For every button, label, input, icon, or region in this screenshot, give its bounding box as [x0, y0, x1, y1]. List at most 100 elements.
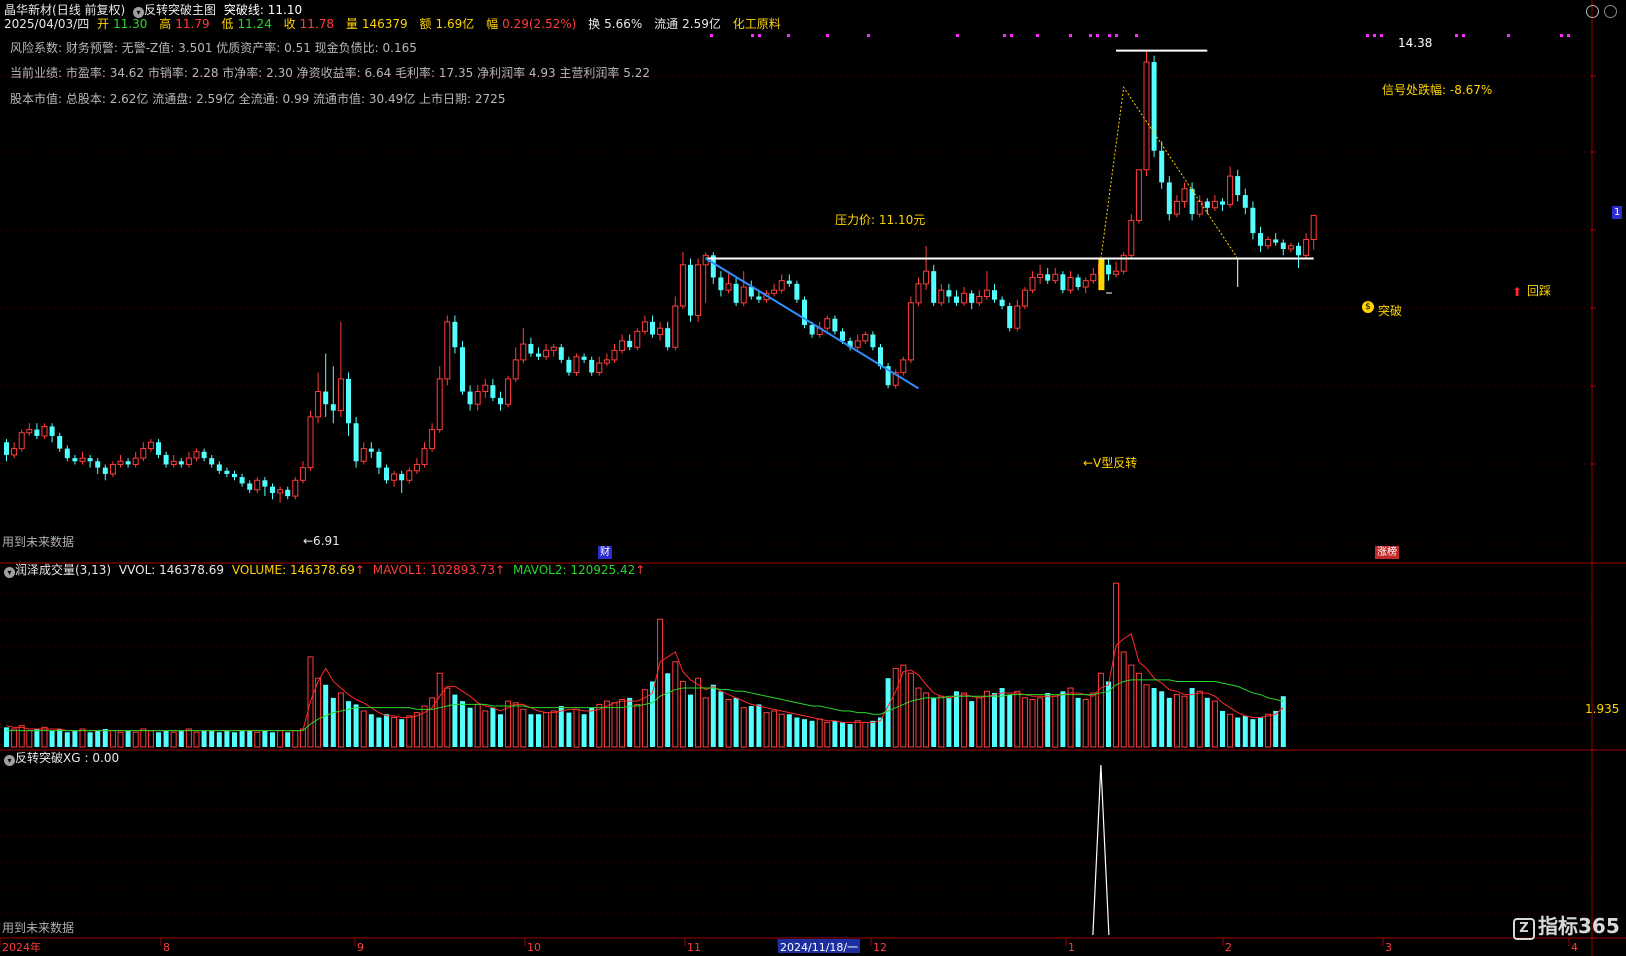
candle — [1250, 201, 1256, 240]
sector-link[interactable]: 化工原料 — [733, 17, 781, 31]
candle — [307, 410, 314, 471]
signal-dot — [751, 34, 754, 37]
volume-bar — [740, 707, 747, 748]
volume-bar — [1014, 690, 1021, 748]
date-label: 2025/04/03/四 — [4, 17, 90, 31]
volume-bar — [444, 687, 451, 748]
candle — [1181, 182, 1188, 208]
candle — [999, 296, 1005, 310]
signal-dot — [1089, 34, 1092, 37]
volume-label: 量 — [345, 17, 358, 31]
signal-dot — [1036, 34, 1039, 37]
breakout-coin-icon: $ — [1362, 301, 1374, 313]
signal-dot — [1115, 34, 1118, 37]
candle — [277, 486, 284, 503]
candle — [543, 344, 550, 360]
volume-bar — [1265, 713, 1272, 748]
candle — [376, 448, 382, 474]
volume-bar — [330, 697, 336, 747]
candle — [1159, 141, 1165, 189]
low-price-label: ←6.91 — [303, 534, 340, 548]
volume-bar — [672, 661, 679, 748]
mavol1-up-arrow-icon: ↑ — [495, 563, 506, 577]
close-icon[interactable] — [1604, 5, 1617, 18]
finance-tag[interactable]: 财 — [598, 546, 612, 559]
stock-name[interactable]: 晶华新材 — [4, 3, 52, 17]
signal-dot — [787, 34, 790, 37]
pullback-arrow-icon: ⬆ — [1512, 285, 1523, 299]
candle — [209, 454, 215, 468]
period-label[interactable]: (日线 前复权) — [52, 3, 125, 17]
candle — [688, 258, 693, 322]
candle — [498, 391, 503, 411]
candle — [285, 486, 291, 500]
change-label: 幅 — [486, 17, 499, 31]
volume-panel-toggle-icon[interactable]: ▾ — [4, 567, 15, 578]
volume-bar — [1075, 697, 1081, 747]
candle — [634, 328, 641, 351]
volume-bar — [596, 703, 603, 748]
volume-bar — [733, 697, 739, 747]
amount-value: 1.69亿 — [435, 17, 475, 31]
candle — [216, 461, 222, 474]
xg-panel-title[interactable]: 反转突破XG — [15, 751, 81, 765]
breakline-label: 突破线: 11.10 — [223, 3, 303, 17]
indicator-name[interactable]: 反转突破主图 — [144, 3, 216, 17]
volume-bar — [854, 720, 861, 748]
volume-bar — [946, 697, 952, 747]
candle — [140, 442, 147, 462]
candle — [1310, 214, 1317, 250]
volume-panel-title[interactable]: 润泽成交量(3,13) — [15, 563, 111, 577]
volume-bar — [710, 684, 716, 747]
volume-bar — [558, 706, 564, 747]
volume-bar — [992, 692, 997, 747]
candle — [132, 451, 139, 468]
maximize-icon[interactable] — [1586, 5, 1599, 18]
pressure-price-label: 压力价: 11.10元 — [835, 213, 926, 227]
volume-bar — [436, 672, 443, 748]
candle — [1143, 50, 1150, 177]
volume-bar — [983, 690, 990, 748]
candle — [1196, 195, 1203, 218]
volume-bar — [1258, 717, 1263, 747]
candle — [1280, 239, 1286, 256]
volume-bar — [170, 731, 177, 748]
candle — [862, 331, 869, 345]
candle — [983, 271, 990, 300]
candle — [41, 423, 48, 440]
volume-bar — [1227, 713, 1234, 748]
volume-bar — [931, 697, 937, 747]
volume-bar — [794, 717, 800, 747]
candle — [520, 328, 527, 364]
mavol2-value: MAVOL2: 120925.42 — [512, 563, 636, 577]
volume-bar — [862, 721, 869, 748]
volume-bar — [816, 718, 823, 748]
volume-bar — [1067, 687, 1074, 748]
volume-bar — [778, 713, 785, 748]
volume-bar — [1135, 672, 1142, 748]
xg-panel-toggle-icon[interactable]: ▾ — [4, 755, 15, 766]
candle — [490, 378, 496, 402]
x-axis-label: 2024年 — [2, 940, 41, 954]
candle — [299, 461, 306, 484]
candle — [399, 470, 405, 493]
volume-bar — [299, 728, 306, 748]
volume-bar — [247, 730, 253, 747]
candle — [832, 315, 838, 335]
open-label: 开 — [97, 17, 110, 31]
rank-tag[interactable]: 涨榜 — [1375, 546, 1399, 559]
volume-bar — [1189, 688, 1195, 747]
future-data-label-bottom: 用到未来数据 — [2, 921, 75, 935]
signal-dash-line — [1100, 85, 1239, 259]
ohlc-bar: 2025/04/03/四 开 11.30 高 11.79 低 11.24 收 11.78… — [4, 16, 785, 32]
open-value: 11.30 — [113, 17, 148, 31]
volume-bar — [49, 730, 55, 747]
xg-panel-header: ▾ 反转突破XG: 0.00 — [4, 750, 123, 766]
candle — [330, 366, 336, 424]
candle — [170, 454, 177, 468]
candle — [1303, 233, 1310, 259]
candle — [1220, 198, 1225, 211]
xg-panel-value: : 0.00 — [84, 751, 120, 765]
candle — [641, 315, 648, 335]
candle — [650, 315, 655, 338]
